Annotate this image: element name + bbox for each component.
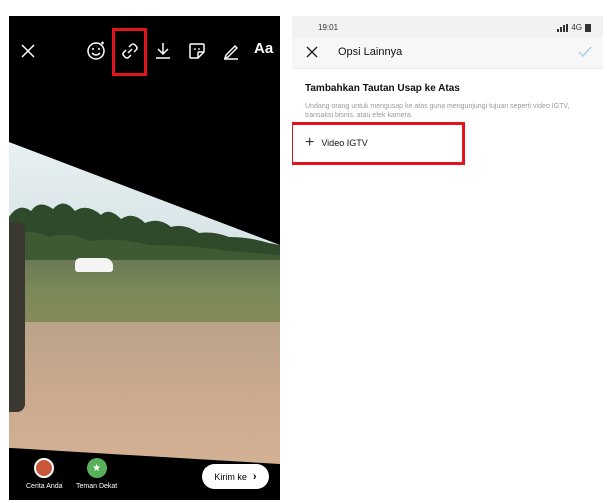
your-story-button[interactable]: Cerita Anda	[26, 458, 63, 490]
swipe-up-link-title: Tambahkan Tautan Usap ke Atas	[305, 83, 460, 94]
close-friends-button[interactable]: ★ Teman Dekat	[76, 458, 117, 490]
photo-tree-line	[9, 203, 280, 267]
page-title: Opsi Lainnya	[338, 46, 403, 58]
photo-white-car	[75, 258, 113, 272]
close-icon[interactable]	[304, 44, 320, 60]
download-icon[interactable]	[152, 40, 174, 62]
confirm-check-icon[interactable]	[577, 44, 593, 60]
swipe-up-link-description: Undang orang untuk mengusap ke atas guna…	[305, 103, 570, 119]
story-bottom-bar: Cerita Anda ★ Teman Dekat Kirim ke ›	[9, 456, 280, 500]
igtv-highlight-box	[292, 122, 465, 165]
status-icons: 4G	[557, 23, 591, 32]
your-story-avatar	[34, 458, 55, 478]
nav-bar: Opsi Lainnya	[292, 38, 603, 69]
status-bar: 19:01 4G	[292, 16, 603, 38]
sticker-face-icon[interactable]	[85, 40, 107, 62]
photo-person-edge	[9, 222, 25, 412]
your-story-label: Cerita Anda	[26, 483, 63, 490]
story-editor: Aa Cerita Anda ★ Teman Dekat Kirim ke ›	[9, 16, 280, 500]
close-friends-label: Teman Dekat	[76, 483, 118, 490]
send-to-button[interactable]: Kirim ke ›	[202, 464, 269, 489]
text-tool-button[interactable]: Aa	[254, 40, 273, 57]
battery-icon	[585, 23, 591, 32]
draw-pen-icon[interactable]	[220, 40, 242, 62]
star-icon: ★	[86, 458, 107, 478]
network-label: 4G	[571, 23, 582, 32]
story-photo	[9, 142, 280, 464]
more-options-screen: 19:01 4G Opsi Lainnya Tambahkan Tautan U…	[292, 16, 603, 503]
signal-icon	[557, 23, 569, 32]
send-to-label: Kirim ke	[214, 471, 247, 482]
sticker-icon[interactable]	[186, 40, 208, 62]
close-icon[interactable]	[17, 40, 39, 62]
status-time: 19:01	[318, 23, 339, 32]
chevron-right-icon: ›	[252, 470, 257, 483]
story-toolbar: Aa	[9, 16, 280, 80]
photo-sandy-ground	[9, 322, 280, 464]
link-highlight-box	[112, 28, 147, 76]
